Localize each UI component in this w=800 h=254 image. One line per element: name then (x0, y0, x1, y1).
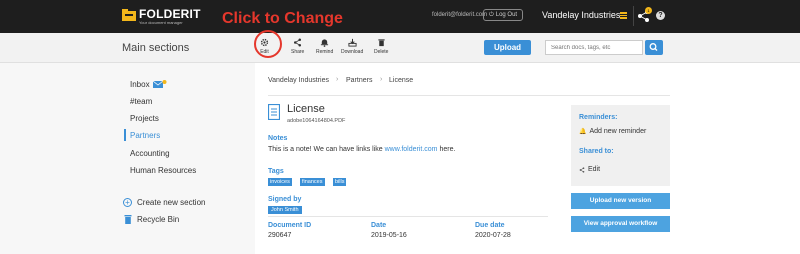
document-filename: adobe1064164804.PDF (287, 118, 346, 124)
top-bar: FOLDERIT Your document manager Click to … (0, 0, 800, 33)
click-to-change-callout: Click to Change (222, 10, 343, 27)
recycle-bin-link[interactable]: Recycle Bin (137, 215, 179, 224)
sidebar-item-projects[interactable]: Projects (130, 114, 159, 123)
envelope-icon (153, 80, 167, 88)
logout-button[interactable]: ⏻ Log Out (483, 9, 524, 21)
bell-icon (321, 39, 329, 47)
power-icon: ⏻ (489, 11, 494, 18)
delete-button[interactable]: Delete (374, 38, 388, 55)
share-icon (579, 166, 585, 173)
search-button[interactable] (645, 40, 663, 55)
sidebar-item-inbox[interactable]: Inbox (130, 80, 150, 89)
upload-new-version-button[interactable]: Upload new version (571, 193, 670, 209)
search-input[interactable] (545, 40, 643, 55)
sidebar-item-partners[interactable]: Partners (130, 131, 160, 140)
date-label: Date (371, 222, 387, 229)
notes-link[interactable]: www.folderit.com (385, 146, 438, 153)
tags-label: Tags (268, 168, 284, 175)
add-reminder-link[interactable]: 🔔 Add new reminder (579, 128, 646, 135)
logout-label: Log Out (495, 12, 518, 18)
breadcrumb-root[interactable]: Vandelay Industries (268, 77, 329, 84)
view-approval-workflow-button[interactable]: View approval workflow (571, 216, 670, 232)
share-icon (294, 38, 302, 47)
download-button[interactable]: Download (341, 38, 363, 55)
sidebar (0, 63, 255, 254)
org-name[interactable]: Vandelay Industries (542, 10, 620, 20)
hamburger-menu-icon[interactable] (620, 12, 627, 19)
divider (268, 216, 548, 217)
upload-button[interactable]: Upload (484, 40, 531, 55)
notes-label: Notes (268, 135, 288, 142)
due-date-value: 2020-07-28 (475, 232, 511, 239)
divider (268, 95, 670, 96)
download-icon (348, 38, 357, 47)
create-section-link[interactable]: Create new section (137, 198, 205, 207)
notification-badge: 1 (645, 7, 652, 14)
chevron-right-icon: › (380, 76, 383, 83)
shared-item[interactable]: Edit (579, 166, 600, 173)
reminders-label: Reminders: (579, 114, 618, 121)
search-icon (649, 43, 658, 51)
plus-circle-icon: + (123, 198, 132, 207)
document-id-label: Document ID (268, 222, 312, 229)
tag-chip[interactable]: bills (333, 178, 347, 186)
sidebar-item-human-resources[interactable]: Human Resources (130, 166, 196, 175)
main-sections-title: Main sections (122, 42, 190, 54)
shared-to-label: Shared to: (579, 148, 614, 155)
help-icon[interactable]: ? (656, 11, 665, 20)
active-indicator (124, 129, 126, 141)
folderit-logo[interactable]: FOLDERIT Your document manager (122, 6, 201, 26)
date-value: 2019-05-16 (371, 232, 407, 239)
share-label: Share (291, 49, 305, 55)
sidebar-item-team[interactable]: #team (130, 97, 152, 106)
logo-subtitle: Your document manager (139, 20, 183, 25)
tag-chip[interactable]: invoices (268, 178, 292, 186)
chevron-right-icon: › (336, 76, 339, 83)
notes-text: This is a note! We can have links like w… (268, 146, 456, 153)
signed-by-label: Signed by (268, 196, 302, 203)
trash-icon (378, 39, 385, 47)
document-title: License (287, 103, 325, 115)
due-date-label: Due date (475, 222, 505, 229)
signer-chip[interactable]: John Smith (268, 206, 302, 214)
user-email: folderit@folderit.com (432, 12, 488, 18)
share-button[interactable]: Share (291, 38, 304, 55)
breadcrumb-current: License (389, 77, 414, 84)
remind-label: Remind (316, 49, 334, 55)
download-label: Download (341, 49, 364, 55)
folder-logo-icon (122, 9, 136, 21)
document-icon (268, 104, 280, 120)
document-id-value: 290647 (268, 232, 292, 239)
toolbar: Main sections (0, 33, 800, 63)
logo-text: FOLDERIT (139, 7, 201, 21)
breadcrumb-section[interactable]: Partners (346, 77, 372, 84)
bell-icon: 🔔 (579, 129, 587, 135)
tag-chip[interactable]: finances (300, 178, 325, 186)
recycle-bin-icon (124, 215, 132, 224)
remind-button[interactable]: Remind (316, 38, 333, 55)
delete-label: Delete (374, 49, 389, 55)
divider (633, 6, 634, 26)
highlight-circle (254, 30, 282, 58)
sidebar-item-accounting[interactable]: Accounting (130, 149, 170, 158)
